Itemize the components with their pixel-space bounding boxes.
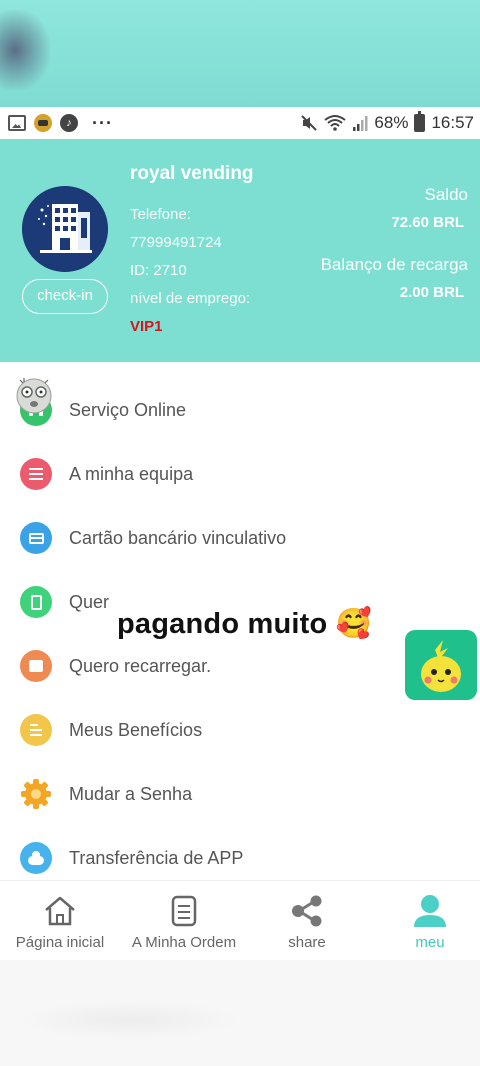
gear-icon <box>21 779 51 809</box>
music-icon: ♪ <box>60 114 78 132</box>
mascot-icon <box>421 640 461 692</box>
user-id: ID: 2710 <box>130 262 187 279</box>
tab-label: meu <box>415 934 445 951</box>
card-icon <box>20 522 52 554</box>
menu-label: Quero recarregar. <box>69 655 212 676</box>
phone-label: Telefone: <box>130 206 191 223</box>
user-icon <box>414 895 446 927</box>
phone-number: 77999491724 <box>130 234 222 251</box>
menu-item-change-password[interactable]: Mudar a Senha <box>0 762 480 826</box>
checkin-button[interactable]: check-in <box>22 279 108 314</box>
list-icon <box>20 458 52 490</box>
home-icon <box>45 896 75 926</box>
battery-icon <box>414 111 426 132</box>
menu-label: Meus Benefícios <box>69 719 203 740</box>
menu-item-benefits[interactable]: Meus Benefícios <box>0 698 480 762</box>
menu-label: Cartão bancário vinculativo <box>69 527 287 548</box>
avatar[interactable] <box>22 186 108 272</box>
gallery-icon <box>8 115 26 131</box>
tab-label: A Minha Ordem <box>131 934 237 951</box>
tab-share[interactable]: share <box>247 881 367 961</box>
wallet-icon <box>20 650 52 682</box>
phone-icon <box>20 586 52 618</box>
menu-item-online-service[interactable]: Serviço Online <box>0 378 480 442</box>
bottom-navigation: Página inicial A Minha Ordem share meu <box>0 880 480 960</box>
benefits-icon <box>20 714 52 746</box>
saldo-label: Saldo <box>424 185 468 204</box>
saldo-value: 72.60 BRL <box>391 214 464 231</box>
tab-profile[interactable]: meu <box>370 881 480 961</box>
tab-home[interactable]: Página inicial <box>0 881 120 961</box>
clock: 16:57 <box>431 113 474 132</box>
battery-percent: 68% <box>374 113 409 132</box>
tab-label: Página inicial <box>15 934 105 951</box>
share-icon <box>292 895 322 927</box>
menu-label: A minha equipa <box>69 463 194 484</box>
mute-icon <box>301 115 318 131</box>
dizzy-face-sticker <box>16 378 52 414</box>
tab-label: share <box>288 934 326 951</box>
tab-my-orders[interactable]: A Minha Ordem <box>124 881 244 961</box>
video-caption: pagando muito 🥰 <box>117 608 372 640</box>
document-icon <box>171 895 197 927</box>
floating-app-button[interactable] <box>405 630 477 700</box>
notification-app-icon <box>34 114 52 132</box>
recharge-balance-label: Balanço de recarga <box>320 255 468 274</box>
app-screen: ♪ ··· 68% 16:57 check-in royal vending T… <box>0 0 480 1066</box>
profile-header: check-in royal vending Telefone: 7799949… <box>0 139 480 362</box>
status-bar: ♪ ··· 68% 16:57 <box>0 107 480 139</box>
cloud-icon <box>20 842 52 874</box>
menu-item-my-team[interactable]: A minha equipa <box>0 442 480 506</box>
recharge-balance-value: 2.00 BRL <box>399 284 464 301</box>
blurred-video-bottom <box>0 960 480 1066</box>
blur-smudge <box>0 10 50 90</box>
menu-item-bank-card[interactable]: Cartão bancário vinculativo <box>0 506 480 570</box>
wifi-icon <box>324 115 347 131</box>
menu-label: Quer <box>69 591 110 612</box>
level-label: nível de emprego: <box>130 290 251 307</box>
menu-label: Mudar a Senha <box>69 783 193 804</box>
signal-icon <box>353 116 368 131</box>
vip-level-badge: VIP1 <box>130 318 163 335</box>
user-name: royal vending <box>130 163 254 184</box>
blurred-video-top <box>0 0 480 107</box>
more-notifications-icon: ··· <box>92 112 113 133</box>
vending-building-icon <box>22 186 108 272</box>
menu-label: Serviço Online <box>69 399 187 420</box>
menu-label: Transferência de APP <box>69 847 244 868</box>
